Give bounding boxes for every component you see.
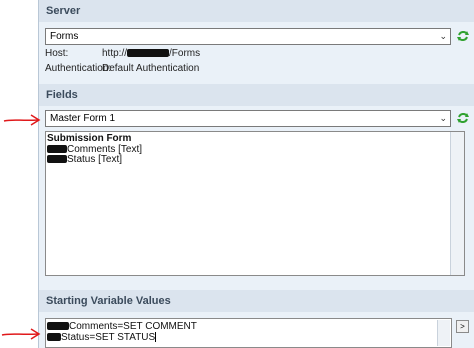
fields-list-title: Submission Form	[47, 133, 132, 144]
redaction-mark	[47, 155, 67, 164]
server-select-value: Forms	[50, 31, 79, 42]
refresh-icon[interactable]	[456, 111, 470, 125]
redaction-mark	[47, 145, 67, 154]
redaction-mark	[47, 333, 61, 342]
chevron-down-icon: ⌄	[439, 31, 447, 41]
expand-button[interactable]: >	[456, 320, 469, 333]
host-value: http:// /Forms	[102, 48, 200, 59]
chevron-down-icon: ⌄	[439, 113, 447, 123]
variables-header: Starting Variable Values	[39, 290, 474, 312]
redaction-mark	[127, 49, 170, 58]
left-gutter	[0, 0, 38, 348]
list-scrollbar[interactable]	[450, 132, 464, 275]
redaction-mark	[47, 322, 69, 331]
server-header: Server	[39, 0, 474, 22]
variable-line: Comments=SET COMMENT	[47, 321, 197, 332]
field-item-label: Status [Text]	[67, 154, 123, 165]
host-label: Host:	[45, 48, 69, 59]
variable-line-text: Status=SET STATUS	[61, 332, 156, 343]
red-arrow-icon	[3, 114, 41, 126]
red-arrow-icon	[1, 328, 41, 340]
host-value-suffix: /Forms	[169, 48, 201, 59]
form-select[interactable]: Master Form 1 ⌄	[45, 110, 451, 127]
variable-line: Status=SET STATUS	[47, 332, 157, 343]
text-cursor	[155, 332, 157, 343]
refresh-icon[interactable]	[456, 29, 470, 43]
auth-value: Default Authentication	[102, 63, 200, 74]
variable-line-text: Comments=SET COMMENT	[69, 321, 197, 332]
fields-list[interactable]: Submission Form Comments [Text] Status […	[45, 131, 465, 276]
fields-header: Fields	[39, 84, 474, 106]
form-select-value: Master Form 1	[50, 113, 116, 124]
server-select[interactable]: Forms ⌄	[45, 28, 451, 45]
textarea-scrollbar[interactable]	[437, 320, 450, 346]
host-value-prefix: http://	[102, 48, 128, 59]
list-item[interactable]: Status [Text]	[47, 154, 122, 165]
variables-textarea[interactable]: Comments=SET COMMENT Status=SET STATUS	[45, 318, 452, 348]
